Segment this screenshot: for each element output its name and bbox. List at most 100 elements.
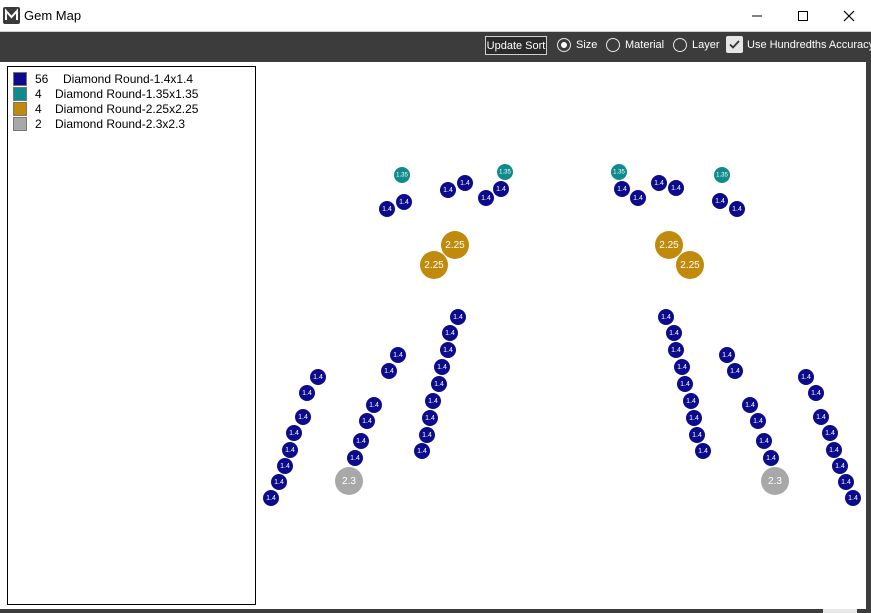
gem-1-4[interactable]: 1.4 <box>431 376 447 392</box>
gem-1-4[interactable]: 1.4 <box>379 201 395 217</box>
resize-grip[interactable] <box>823 609 857 613</box>
close-button[interactable] <box>826 0 871 32</box>
sort-layer-label[interactable]: Layer <box>692 39 720 51</box>
gem-1-4[interactable]: 1.4 <box>838 474 854 490</box>
gem-1-4[interactable]: 1.4 <box>822 425 838 441</box>
gem-2-25[interactable]: 2.25 <box>655 231 683 259</box>
gem-1-4[interactable]: 1.4 <box>277 458 293 474</box>
hundredths-accuracy-checkbox[interactable] <box>726 36 743 53</box>
sort-material-label[interactable]: Material <box>625 39 664 51</box>
gem-size-label: 1.4 <box>302 390 312 397</box>
gem-1-4[interactable]: 1.4 <box>442 325 458 341</box>
gem-size-label: 1.4 <box>759 438 769 445</box>
gem-1-4[interactable]: 1.4 <box>666 325 682 341</box>
maximize-button[interactable] <box>780 0 826 32</box>
gem-size-label: 1.4 <box>443 347 453 354</box>
gem-1-4[interactable]: 1.4 <box>299 385 315 401</box>
gem-1-4[interactable]: 1.4 <box>457 175 473 191</box>
sort-size-label[interactable]: Size <box>576 39 597 51</box>
gem-1-35[interactable]: 1.35 <box>497 164 513 180</box>
maximize-icon <box>798 11 808 21</box>
gem-1-4[interactable]: 1.4 <box>396 194 412 210</box>
gem-1-4[interactable]: 1.4 <box>742 397 758 413</box>
gem-size-label: 1.35 <box>716 173 728 179</box>
gem-size-label: 1.4 <box>481 195 491 202</box>
gem-2-3[interactable]: 2.3 <box>761 467 789 495</box>
close-icon <box>843 10 855 22</box>
minimize-button[interactable] <box>734 0 780 32</box>
gem-1-4[interactable]: 1.4 <box>353 433 369 449</box>
gem-1-4[interactable]: 1.4 <box>434 359 450 375</box>
gem-size-label: 1.4 <box>661 314 671 321</box>
gem-1-4[interactable]: 1.4 <box>677 376 693 392</box>
gem-1-4[interactable]: 1.4 <box>727 363 743 379</box>
gem-1-4[interactable]: 1.4 <box>719 347 735 363</box>
gem-size-label: 1.4 <box>266 495 276 502</box>
gem-1-4[interactable]: 1.4 <box>668 180 684 196</box>
gem-1-4[interactable]: 1.4 <box>295 409 311 425</box>
gem-1-4[interactable]: 1.4 <box>390 347 406 363</box>
gem-1-4[interactable]: 1.4 <box>798 369 814 385</box>
gem-1-4[interactable]: 1.4 <box>425 393 441 409</box>
gem-1-4[interactable]: 1.4 <box>282 442 298 458</box>
gem-1-4[interactable]: 1.4 <box>286 425 302 441</box>
gem-1-35[interactable]: 1.35 <box>611 164 627 180</box>
gem-1-4[interactable]: 1.4 <box>271 474 287 490</box>
gem-1-4[interactable]: 1.4 <box>686 410 702 426</box>
gem-map: 1.35 1.35 1.35 1.35 1.4 1.4 1.4 1.4 1.4 1.4 1.4 1.4… <box>263 164 861 506</box>
gem-1-4[interactable]: 1.4 <box>763 450 779 466</box>
gem-1-4[interactable]: 1.4 <box>493 181 509 197</box>
gem-size-label: 1.4 <box>654 180 664 187</box>
gem-1-4[interactable]: 1.4 <box>440 182 456 198</box>
gem-1-4[interactable]: 1.4 <box>450 309 466 325</box>
gem-1-4[interactable]: 1.4 <box>832 458 848 474</box>
gem-1-4[interactable]: 1.4 <box>478 190 494 206</box>
gem-1-4[interactable]: 1.4 <box>756 433 772 449</box>
gem-1-4[interactable]: 1.4 <box>750 413 766 429</box>
update-sort-button[interactable]: Update Sort <box>485 36 547 55</box>
gem-1-4[interactable]: 1.4 <box>845 490 861 506</box>
gem-1-4[interactable]: 1.4 <box>658 309 674 325</box>
gem-1-4[interactable]: 1.4 <box>651 175 667 191</box>
gem-1-4[interactable]: 1.4 <box>630 190 646 206</box>
gem-1-35[interactable]: 1.35 <box>394 167 410 183</box>
gem-2-3[interactable]: 2.3 <box>335 467 363 495</box>
gem-size-label: 1.4 <box>356 438 366 445</box>
gem-2-25[interactable]: 2.25 <box>441 231 469 259</box>
gem-1-4[interactable]: 1.4 <box>366 397 382 413</box>
gem-size-label: 1.4 <box>698 448 708 455</box>
gem-size-label: 1.4 <box>801 374 811 381</box>
gem-1-4[interactable]: 1.4 <box>614 181 630 197</box>
gem-1-4[interactable]: 1.4 <box>414 443 430 459</box>
gem-1-4[interactable]: 1.4 <box>712 193 728 209</box>
gem-1-4[interactable]: 1.4 <box>347 450 363 466</box>
gem-1-4[interactable]: 1.4 <box>683 393 699 409</box>
gem-1-4[interactable]: 1.4 <box>419 427 435 443</box>
gem-1-4[interactable]: 1.4 <box>695 443 711 459</box>
gem-size-label: 1.4 <box>686 398 696 405</box>
sort-size-radio[interactable] <box>557 38 571 52</box>
gem-1-4[interactable]: 1.4 <box>826 442 842 458</box>
gem-1-4[interactable]: 1.4 <box>422 410 438 426</box>
gem-1-4[interactable]: 1.4 <box>674 359 690 375</box>
gem-size-label: 1.35 <box>396 173 408 179</box>
gem-1-35[interactable]: 1.35 <box>714 167 730 183</box>
gem-size-label: 1.4 <box>382 206 392 213</box>
gem-1-4[interactable]: 1.4 <box>689 427 705 443</box>
gem-1-4[interactable]: 1.4 <box>381 363 397 379</box>
gem-1-4[interactable]: 1.4 <box>310 369 326 385</box>
gem-1-4[interactable]: 1.4 <box>263 490 279 506</box>
gem-2-25[interactable]: 2.25 <box>676 251 704 279</box>
hundredths-accuracy-label[interactable]: Use Hundredths Accuracy <box>747 39 871 51</box>
gem-1-4[interactable]: 1.4 <box>808 385 824 401</box>
gem-1-4[interactable]: 1.4 <box>668 342 684 358</box>
gem-size-label: 1.4 <box>811 390 821 397</box>
gem-1-4[interactable]: 1.4 <box>813 409 829 425</box>
sort-material-radio[interactable] <box>606 38 620 52</box>
gem-1-4[interactable]: 1.4 <box>440 342 456 358</box>
gem-1-4[interactable]: 1.4 <box>729 201 745 217</box>
gem-size-label: 1.4 <box>280 463 290 470</box>
sort-layer-radio[interactable] <box>673 38 687 52</box>
gem-2-25[interactable]: 2.25 <box>420 251 448 279</box>
gem-1-4[interactable]: 1.4 <box>359 413 375 429</box>
